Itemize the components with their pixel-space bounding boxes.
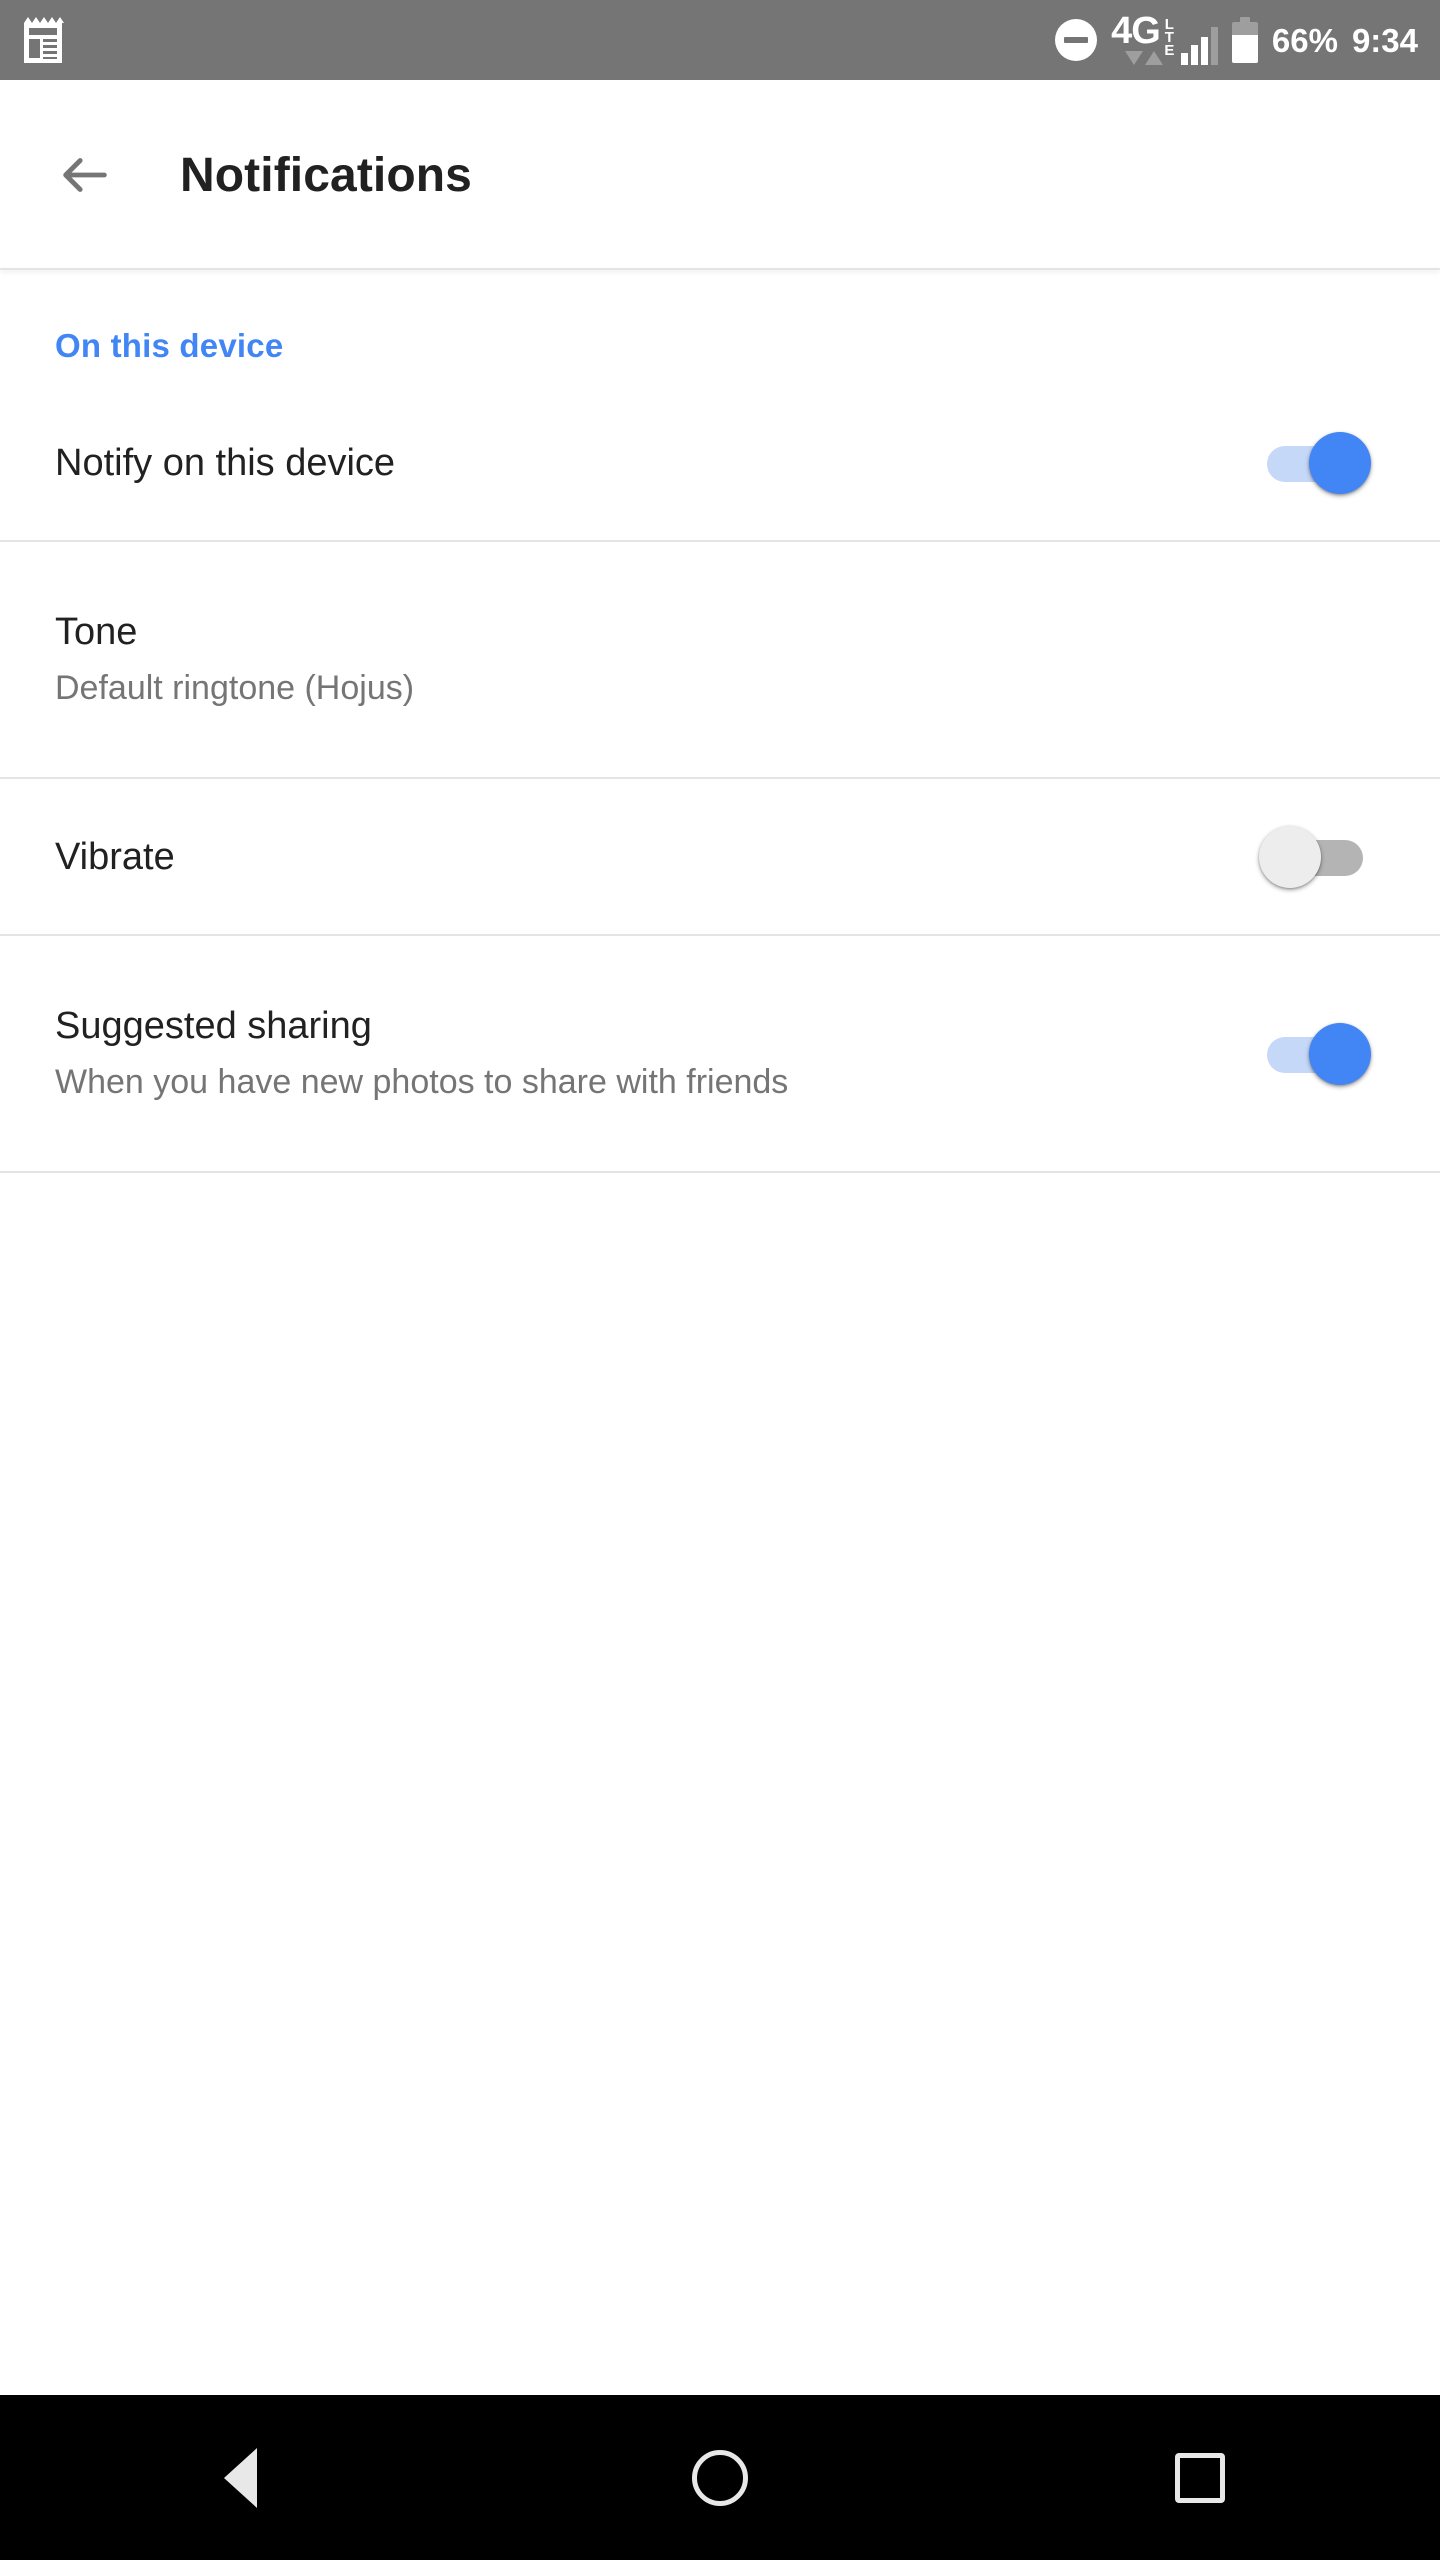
row-title: Vibrate [55, 835, 175, 878]
battery-percent: 66% [1271, 21, 1338, 59]
row-text: Suggested sharing When you have new phot… [55, 1000, 1257, 1108]
section-header-label: On this device [55, 327, 284, 364]
back-button[interactable] [35, 125, 135, 225]
system-navigation-bar [0, 2395, 1440, 2560]
settings-row-suggested-sharing[interactable]: Suggested sharing When you have new phot… [0, 936, 1440, 1171]
app-bar: Notifications [0, 80, 1440, 270]
status-bar-left-icons [22, 15, 64, 65]
signal-bars-icon [1180, 25, 1218, 65]
row-divider [0, 1171, 1440, 1173]
nav-back-button[interactable] [0, 2395, 480, 2560]
nav-recents-icon [1175, 2452, 1225, 2503]
receipt-notification-icon [24, 17, 64, 63]
network-label: 4G [1111, 10, 1161, 52]
row-text: Tone Default ringtone (Hojus) [55, 606, 1385, 714]
network-indicator: 4G LTE [1111, 10, 1218, 65]
switch-notify-on-this-device[interactable] [1257, 428, 1377, 498]
row-title: Tone [55, 610, 138, 653]
status-bar-clock: 9:34 [1351, 21, 1418, 59]
page-title: Notifications [180, 148, 472, 202]
row-title: Notify on this device [55, 441, 396, 484]
back-arrow-icon [63, 158, 107, 192]
settings-list: On this device Notify on this device Ton… [0, 270, 1440, 1173]
section-header-on-this-device: On this device [0, 270, 1440, 385]
settings-row-vibrate[interactable]: Vibrate [0, 779, 1440, 934]
settings-row-notify-on-this-device[interactable]: Notify on this device [0, 385, 1440, 540]
row-text: Notify on this device [55, 437, 1257, 489]
nav-recents-button[interactable] [960, 2395, 1440, 2560]
nav-back-icon [223, 2447, 257, 2508]
phone-screen: 4G LTE 66% 9:34 Notifications On this de… [0, 0, 1440, 2560]
row-title: Suggested sharing [55, 1004, 372, 1047]
settings-row-tone[interactable]: Tone Default ringtone (Hojus) [0, 542, 1440, 777]
down-up-arrows-icon [1125, 51, 1164, 65]
row-text: Vibrate [55, 831, 1257, 883]
do-not-disturb-icon [1055, 19, 1098, 61]
lte-block: 4G LTE [1111, 10, 1178, 65]
switch-vibrate[interactable] [1257, 822, 1377, 892]
battery-icon [1231, 17, 1258, 63]
row-subtitle: Default ringtone (Hojus) [55, 668, 415, 707]
network-sublabel: LTE [1160, 16, 1178, 55]
switch-suggested-sharing[interactable] [1257, 1019, 1377, 1089]
row-subtitle: When you have new photos to share with f… [55, 1062, 789, 1101]
nav-home-button[interactable] [480, 2395, 960, 2560]
status-bar-right-icons: 4G LTE 66% 9:34 [1055, 10, 1418, 65]
status-bar: 4G LTE 66% 9:34 [0, 0, 1440, 80]
nav-home-icon [692, 2449, 748, 2506]
lte-row: 4G LTE [1111, 10, 1178, 55]
